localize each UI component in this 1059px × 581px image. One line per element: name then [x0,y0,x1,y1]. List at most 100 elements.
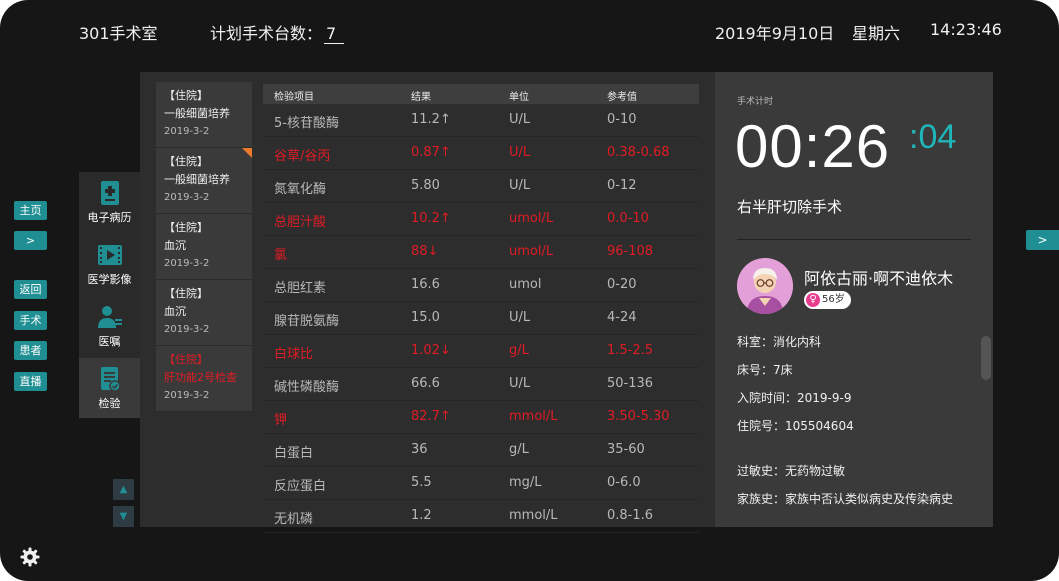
tool-medical-imaging[interactable]: 医学影像 [79,234,140,294]
cell-item: 5-核苷酸酶 [274,116,339,131]
cell-reference: 1.5-2.5 [607,343,654,358]
table-row[interactable]: 5-核苷酸酶 11.2↑ U/L 0-10 [263,104,699,137]
app-frame: 301手术室 计划手术台数： 7 2019年9月10日 星期六 14:23:46 … [0,0,1059,581]
record-name: 血沉 [164,305,186,318]
cell-item: 谷草/谷丙 [274,149,331,164]
table-row[interactable]: 白蛋白 36 g/L 35-60 [263,434,699,467]
cell-item: 钾 [274,413,288,428]
surgery-button[interactable]: 手术 [14,311,47,330]
room-name: 301手术室 [79,24,158,43]
patient-family-history: 家族史：家族中否认类似病史及传染病史 [737,492,954,506]
record-item[interactable]: 【住院】 血沉 2019-3-2 [156,214,252,280]
cell-item: 白球比 [274,347,314,362]
cell-reference: 3.50-5.30 [607,409,670,424]
cell-item: 总胆红素 [274,281,327,296]
table-row[interactable]: 氮氧化酶 5.80 U/L 0-12 [263,170,699,203]
record-type: 【住院】 [164,155,208,168]
cell-item: 总胆汁酸 [274,215,327,230]
record-date: 2019-3-2 [164,192,210,203]
table-row[interactable]: 总胆红素 16.6 umol 0-20 [263,269,699,302]
report-icon [100,367,121,392]
cell-reference: 0.38-0.68 [607,145,670,160]
back-button[interactable]: 返回 [14,280,47,299]
record-date: 2019-3-2 [164,390,210,401]
record-list: 【住院】 一般细菌培养 2019-3-2 【住院】 一般细菌培养 2019-3-… [156,82,252,412]
cell-item: 氮氧化酶 [274,182,327,197]
header-reference: 参考值 [607,92,637,103]
right-expand-button[interactable]: > [1026,230,1059,250]
scroll-up-button[interactable]: ▲ [113,479,134,500]
cell-unit: U/L [509,112,531,127]
cell-reference: 96-108 [607,244,654,259]
cell-item: 白蛋白 [274,446,314,461]
patient-admit-date: 入院时间：2019-9-9 [737,391,852,405]
cell-reference: 0.8-1.6 [607,508,654,523]
record-item[interactable]: 【住院】 一般细菌培养 2019-3-2 [156,82,252,148]
cell-unit: g/L [509,442,529,457]
table-row[interactable]: 白球比 1.02↓ g/L 1.5-2.5 [263,335,699,368]
table-row[interactable]: 碱性磷酸酶 66.6 U/L 50-136 [263,368,699,401]
cell-result: 88↓ [411,244,439,259]
cell-unit: U/L [509,178,531,193]
record-item[interactable]: 【住院】 一般细菌培养 2019-3-2 [156,148,252,214]
operation-name: 右半肝切除手术 [737,198,843,216]
lab-results-table: 检验项目 结果 单位 参考值 5-核苷酸酶 11.2↑ U/L 0-10 谷草/谷丙 0.… [263,84,699,533]
record-item-selected[interactable]: 【住院】 肝功能2号检查 2019-3-2 [156,346,252,412]
video-icon [97,245,122,265]
cell-item: 无机磷 [274,512,314,527]
cell-item: 反应蛋白 [274,479,327,494]
timer-label: 手术计时 [737,97,774,107]
tool-sidebar: 电子病历 医学影像 医嘱 检验 [79,172,140,418]
record-type: 【住院】 [164,221,208,234]
record-item[interactable]: 【住院】 血沉 2019-3-2 [156,280,252,346]
record-name: 一般细菌培养 [164,173,230,186]
cell-item: 碱性磷酸酶 [274,380,340,395]
home-button[interactable]: 主页 [14,201,47,220]
table-row[interactable]: 氯 88↓ umol/L 96-108 [263,236,699,269]
table-row[interactable]: 反应蛋白 5.5 mg/L 0-6.0 [263,467,699,500]
table-row[interactable]: 腺苷脱氨酶 15.0 U/L 4-24 [263,302,699,335]
cell-result: 0.87↑ [411,145,451,160]
cell-unit: U/L [509,145,531,160]
record-name: 肝功能2号检查 [164,371,237,384]
cell-result: 5.5 [411,475,432,490]
cell-unit: umol/L [509,244,554,259]
table-row[interactable]: 总胆汁酸 10.2↑ umol/L 0.0-10 [263,203,699,236]
current-weekday: 星期六 [852,24,901,43]
expand-button[interactable]: > [14,231,47,250]
panel-scrollbar[interactable] [981,336,991,380]
surgery-timer-seconds: :04 [909,118,957,156]
tool-doctor-orders[interactable]: 医嘱 [79,296,140,356]
surgery-timer: 00:26 [735,113,891,180]
table-row[interactable]: 谷草/谷丙 0.87↑ U/L 0.38-0.68 [263,137,699,170]
table-body: 5-核苷酸酶 11.2↑ U/L 0-10 谷草/谷丙 0.87↑ U/L 0.38-0.68… [263,104,699,533]
table-header: 检验项目 结果 单位 参考值 [263,84,699,104]
cell-result: 66.6 [411,376,440,391]
cell-unit: mmol/L [509,508,558,523]
tool-label: 检验 [98,397,121,410]
tool-label: 医嘱 [98,335,121,348]
cell-unit: g/L [509,343,529,358]
avatar [737,258,793,314]
female-icon: ♀ [806,293,820,307]
cell-reference: 4-24 [607,310,637,325]
tool-medical-record[interactable]: 电子病历 [79,172,140,232]
age-badge: ♀ 56岁 [804,291,851,309]
scroll-down-button[interactable]: ▼ [113,506,134,527]
live-button[interactable]: 直播 [14,372,47,391]
surgery-info-panel: 手术计时 00:26 :04 右半肝切除手术 阿依古丽·啊不迪依木 ♀ 56岁 … [715,72,993,527]
table-row[interactable]: 钾 82.7↑ mmol/L 3.50-5.30 [263,401,699,434]
gear-icon[interactable] [20,547,40,567]
tool-lab-tests[interactable]: 检验 [79,358,140,418]
cell-result: 82.7↑ [411,409,451,424]
patient-button[interactable]: 患者 [14,341,47,360]
patient-department: 科室：消化内科 [737,335,822,349]
table-row[interactable]: 无机磷 1.2 mmol/L 0.8-1.6 [263,500,699,533]
record-type: 【住院】 [164,89,208,102]
patient-admit-number: 住院号：105504604 [737,419,854,433]
cell-unit: U/L [509,376,531,391]
cell-reference: 0-12 [607,178,637,193]
doctor-icon [97,306,122,328]
cell-reference: 0-6.0 [607,475,641,490]
header-item: 检验项目 [274,92,314,103]
